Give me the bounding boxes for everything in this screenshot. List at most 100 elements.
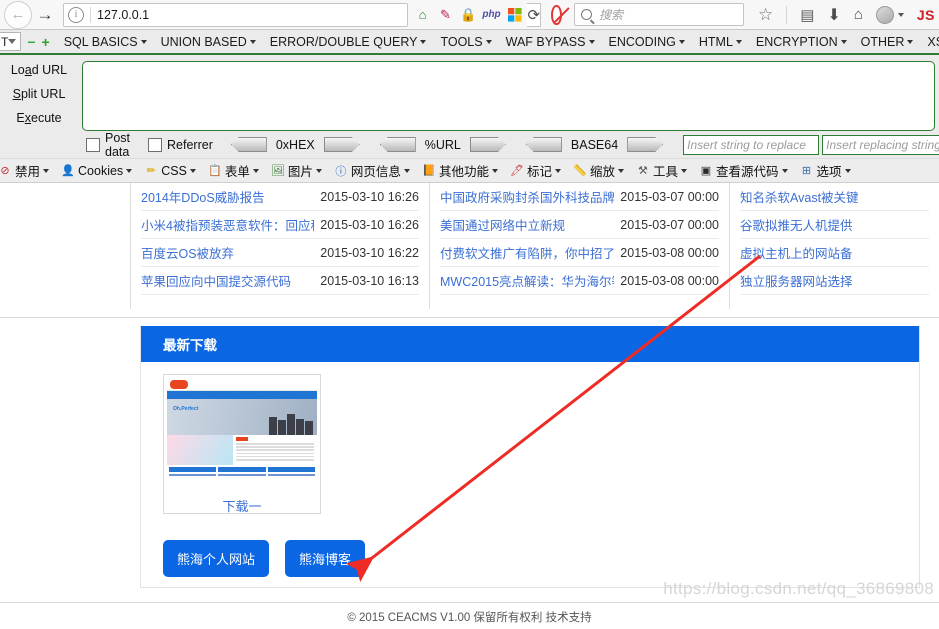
home-icon[interactable]: ⌂ — [414, 6, 431, 23]
site-info-icon[interactable]: i — [68, 7, 84, 23]
news-title[interactable]: 谷歌拟推无人机提供 — [740, 215, 853, 234]
webdev-item-tools[interactable]: ⚒ 工具 — [636, 161, 687, 180]
chevron-down-icon — [492, 169, 498, 173]
webdev-item-cookies[interactable]: 👤 Cookies — [61, 164, 132, 178]
chevron-down-icon — [8, 39, 16, 44]
menu-label: ENCRYPTION — [756, 35, 838, 49]
webdev-item-options[interactable]: ⊞ 选项 — [800, 161, 851, 180]
hex-encode-button[interactable] — [324, 137, 360, 152]
remove-profile-button[interactable]: − — [27, 35, 35, 48]
list-item[interactable]: 美国通过网络中立新规 2015-03-07 00:00 — [440, 211, 719, 239]
hackbar-menu-encryption[interactable]: ENCRYPTION — [756, 35, 847, 49]
account-button[interactable] — [876, 6, 904, 24]
list-item[interactable]: 虚拟主机上的网站备 — [740, 239, 929, 267]
chevron-down-icon — [253, 169, 259, 173]
news-title[interactable]: 小米4被指预装恶意软件：回应称测试机遭篡改 — [141, 215, 314, 234]
reload-button[interactable]: ⟳ — [527, 3, 541, 27]
lock-icon[interactable]: 🔒 — [460, 6, 477, 23]
list-item[interactable]: MWC2015亮点解读：华为海尔等扎堆发智能手表 2015-03-08 00:0… — [440, 267, 719, 295]
list-item[interactable]: 2014年DDoS威胁报告 2015-03-10 16:26 — [141, 183, 419, 211]
news-date: 2015-03-07 00:00 — [620, 218, 719, 232]
thumb-column-headers — [167, 465, 317, 472]
javascript-toggle-badge[interactable]: JS — [917, 7, 935, 23]
base64-encode-button[interactable] — [627, 137, 663, 152]
url-encode-button[interactable] — [470, 137, 506, 152]
replace-from-input[interactable]: Insert string to replace — [683, 135, 819, 155]
windows-icon[interactable] — [506, 6, 523, 23]
base64-label: BASE64 — [571, 138, 618, 152]
list-item[interactable]: 百度云OS被放弃 2015-03-10 16:22 — [141, 239, 419, 267]
hackbar-menu-encoding[interactable]: ENCODING — [609, 35, 685, 49]
webdev-item-disable[interactable]: ⊘ 禁用 — [0, 161, 49, 180]
post-data-checkbox[interactable] — [86, 138, 100, 152]
news-title[interactable]: MWC2015亮点解读：华为海尔等扎堆发智能手表 — [440, 271, 614, 290]
news-title[interactable]: 中国政府采购封杀国外科技品牌 — [440, 187, 614, 206]
personal-site-button[interactable]: 熊海个人网站 — [163, 540, 269, 577]
list-item[interactable]: 独立服务器网站选择 — [740, 267, 929, 295]
hackbar-menu-html[interactable]: HTML — [699, 35, 742, 49]
news-title[interactable]: 付费软文推广有陷阱，你中招了没有 — [440, 243, 614, 262]
webdev-item-resize[interactable]: 📏 缩放 — [573, 161, 624, 180]
reader-list-icon[interactable]: ▤ — [800, 6, 814, 24]
news-title[interactable]: 知名杀软Avast被关键 — [740, 187, 859, 206]
split-url-button[interactable]: Split URL — [13, 87, 66, 101]
replace-to-input[interactable]: Insert replacing string — [822, 135, 939, 155]
webdev-item-misc[interactable]: 📙 其他功能 — [422, 161, 498, 180]
back-button[interactable]: ← — [4, 1, 32, 29]
blog-button[interactable]: 熊海博客 — [285, 540, 365, 577]
referrer-checkbox[interactable] — [148, 138, 162, 152]
news-title[interactable]: 百度云OS被放弃 — [141, 243, 234, 262]
webdev-item-css[interactable]: ✏ CSS — [144, 164, 196, 178]
news-title[interactable]: 2014年DDoS威胁报告 — [141, 187, 265, 206]
search-bar[interactable]: 搜索 — [574, 3, 744, 26]
webdev-item-page-info[interactable]: ⓘ 网页信息 — [334, 161, 410, 180]
hackbar-menu-tools[interactable]: TOOLS — [440, 35, 491, 49]
hackbar-menu-xss[interactable]: XSS — [927, 35, 939, 49]
download-icon[interactable]: ⬇ — [827, 5, 840, 25]
address-bar[interactable]: i 127.0.0.1 — [63, 3, 408, 27]
webdev-item-images[interactable]: 🖼 图片 — [271, 161, 322, 180]
chevron-down-icon — [486, 40, 492, 44]
hackbar-menu-other[interactable]: OTHER — [861, 35, 914, 49]
webdev-item-label: 工具 — [653, 161, 678, 180]
php-icon[interactable]: php — [483, 6, 500, 23]
webdev-item-view-source[interactable]: ▣ 查看源代码 — [699, 161, 788, 180]
webdev-item-outline[interactable]: 🖊 标记 — [510, 161, 561, 180]
list-item[interactable]: 付费软文推广有陷阱，你中招了没有 2015-03-08 00:00 — [440, 239, 719, 267]
load-url-button[interactable]: Load URL — [11, 63, 67, 77]
menu-label: TOOLS — [440, 35, 482, 49]
hex-decode-button[interactable] — [231, 137, 267, 152]
execute-button[interactable]: Execute — [16, 111, 61, 125]
feather-icon[interactable]: ✎ — [437, 6, 454, 23]
list-item[interactable]: 小米4被指预装恶意软件：回应称测试机遭篡改 2015-03-10 16:26 — [141, 211, 419, 239]
home-icon[interactable]: ⌂ — [854, 6, 863, 23]
hackbar-menu-union-based[interactable]: UNION BASED — [161, 35, 256, 49]
add-profile-button[interactable]: + — [42, 35, 50, 48]
list-item[interactable]: 知名杀软Avast被关键 — [740, 183, 929, 211]
list-item[interactable]: 谷歌拟推无人机提供 — [740, 211, 929, 239]
download-thumbnail[interactable]: Oh,Perfect — [163, 374, 321, 514]
news-title[interactable]: 美国通过网络中立新规 — [440, 215, 565, 234]
webdev-item-forms[interactable]: 📋 表单 — [208, 161, 259, 180]
hackbar-menu-waf-bypass[interactable]: WAF BYPASS — [506, 35, 595, 49]
hackbar-profile-select[interactable]: T — [0, 32, 21, 51]
bookmark-star-icon[interactable]: ☆ — [758, 6, 773, 23]
news-title[interactable]: 独立服务器网站选择 — [740, 271, 853, 290]
base64-decode-button[interactable] — [526, 137, 562, 152]
blocker-icon[interactable] — [551, 5, 562, 25]
forward-button[interactable]: → — [32, 2, 58, 28]
post-data-option[interactable]: Post data — [86, 131, 130, 159]
hackbar-url-textarea[interactable] — [82, 61, 935, 131]
menu-label: ENCODING — [609, 35, 676, 49]
referrer-option[interactable]: Referrer — [148, 138, 213, 152]
url-decode-button[interactable] — [380, 137, 416, 152]
hackbar-menu-sql-basics[interactable]: SQL BASICS — [64, 35, 147, 49]
news-title[interactable]: 苹果回应向中国提交源代码 — [141, 271, 291, 290]
download-item[interactable]: Oh,Perfect — [163, 374, 919, 514]
url-text: 127.0.0.1 — [97, 8, 149, 22]
list-item[interactable]: 苹果回应向中国提交源代码 2015-03-10 16:13 — [141, 267, 419, 295]
thumbnail-caption[interactable]: 下载一 — [167, 496, 317, 515]
news-title[interactable]: 虚拟主机上的网站备 — [740, 243, 853, 262]
hackbar-menu-error-double-query[interactable]: ERROR/DOUBLE QUERY — [270, 35, 427, 49]
list-item[interactable]: 中国政府采购封杀国外科技品牌 2015-03-07 00:00 — [440, 183, 719, 211]
